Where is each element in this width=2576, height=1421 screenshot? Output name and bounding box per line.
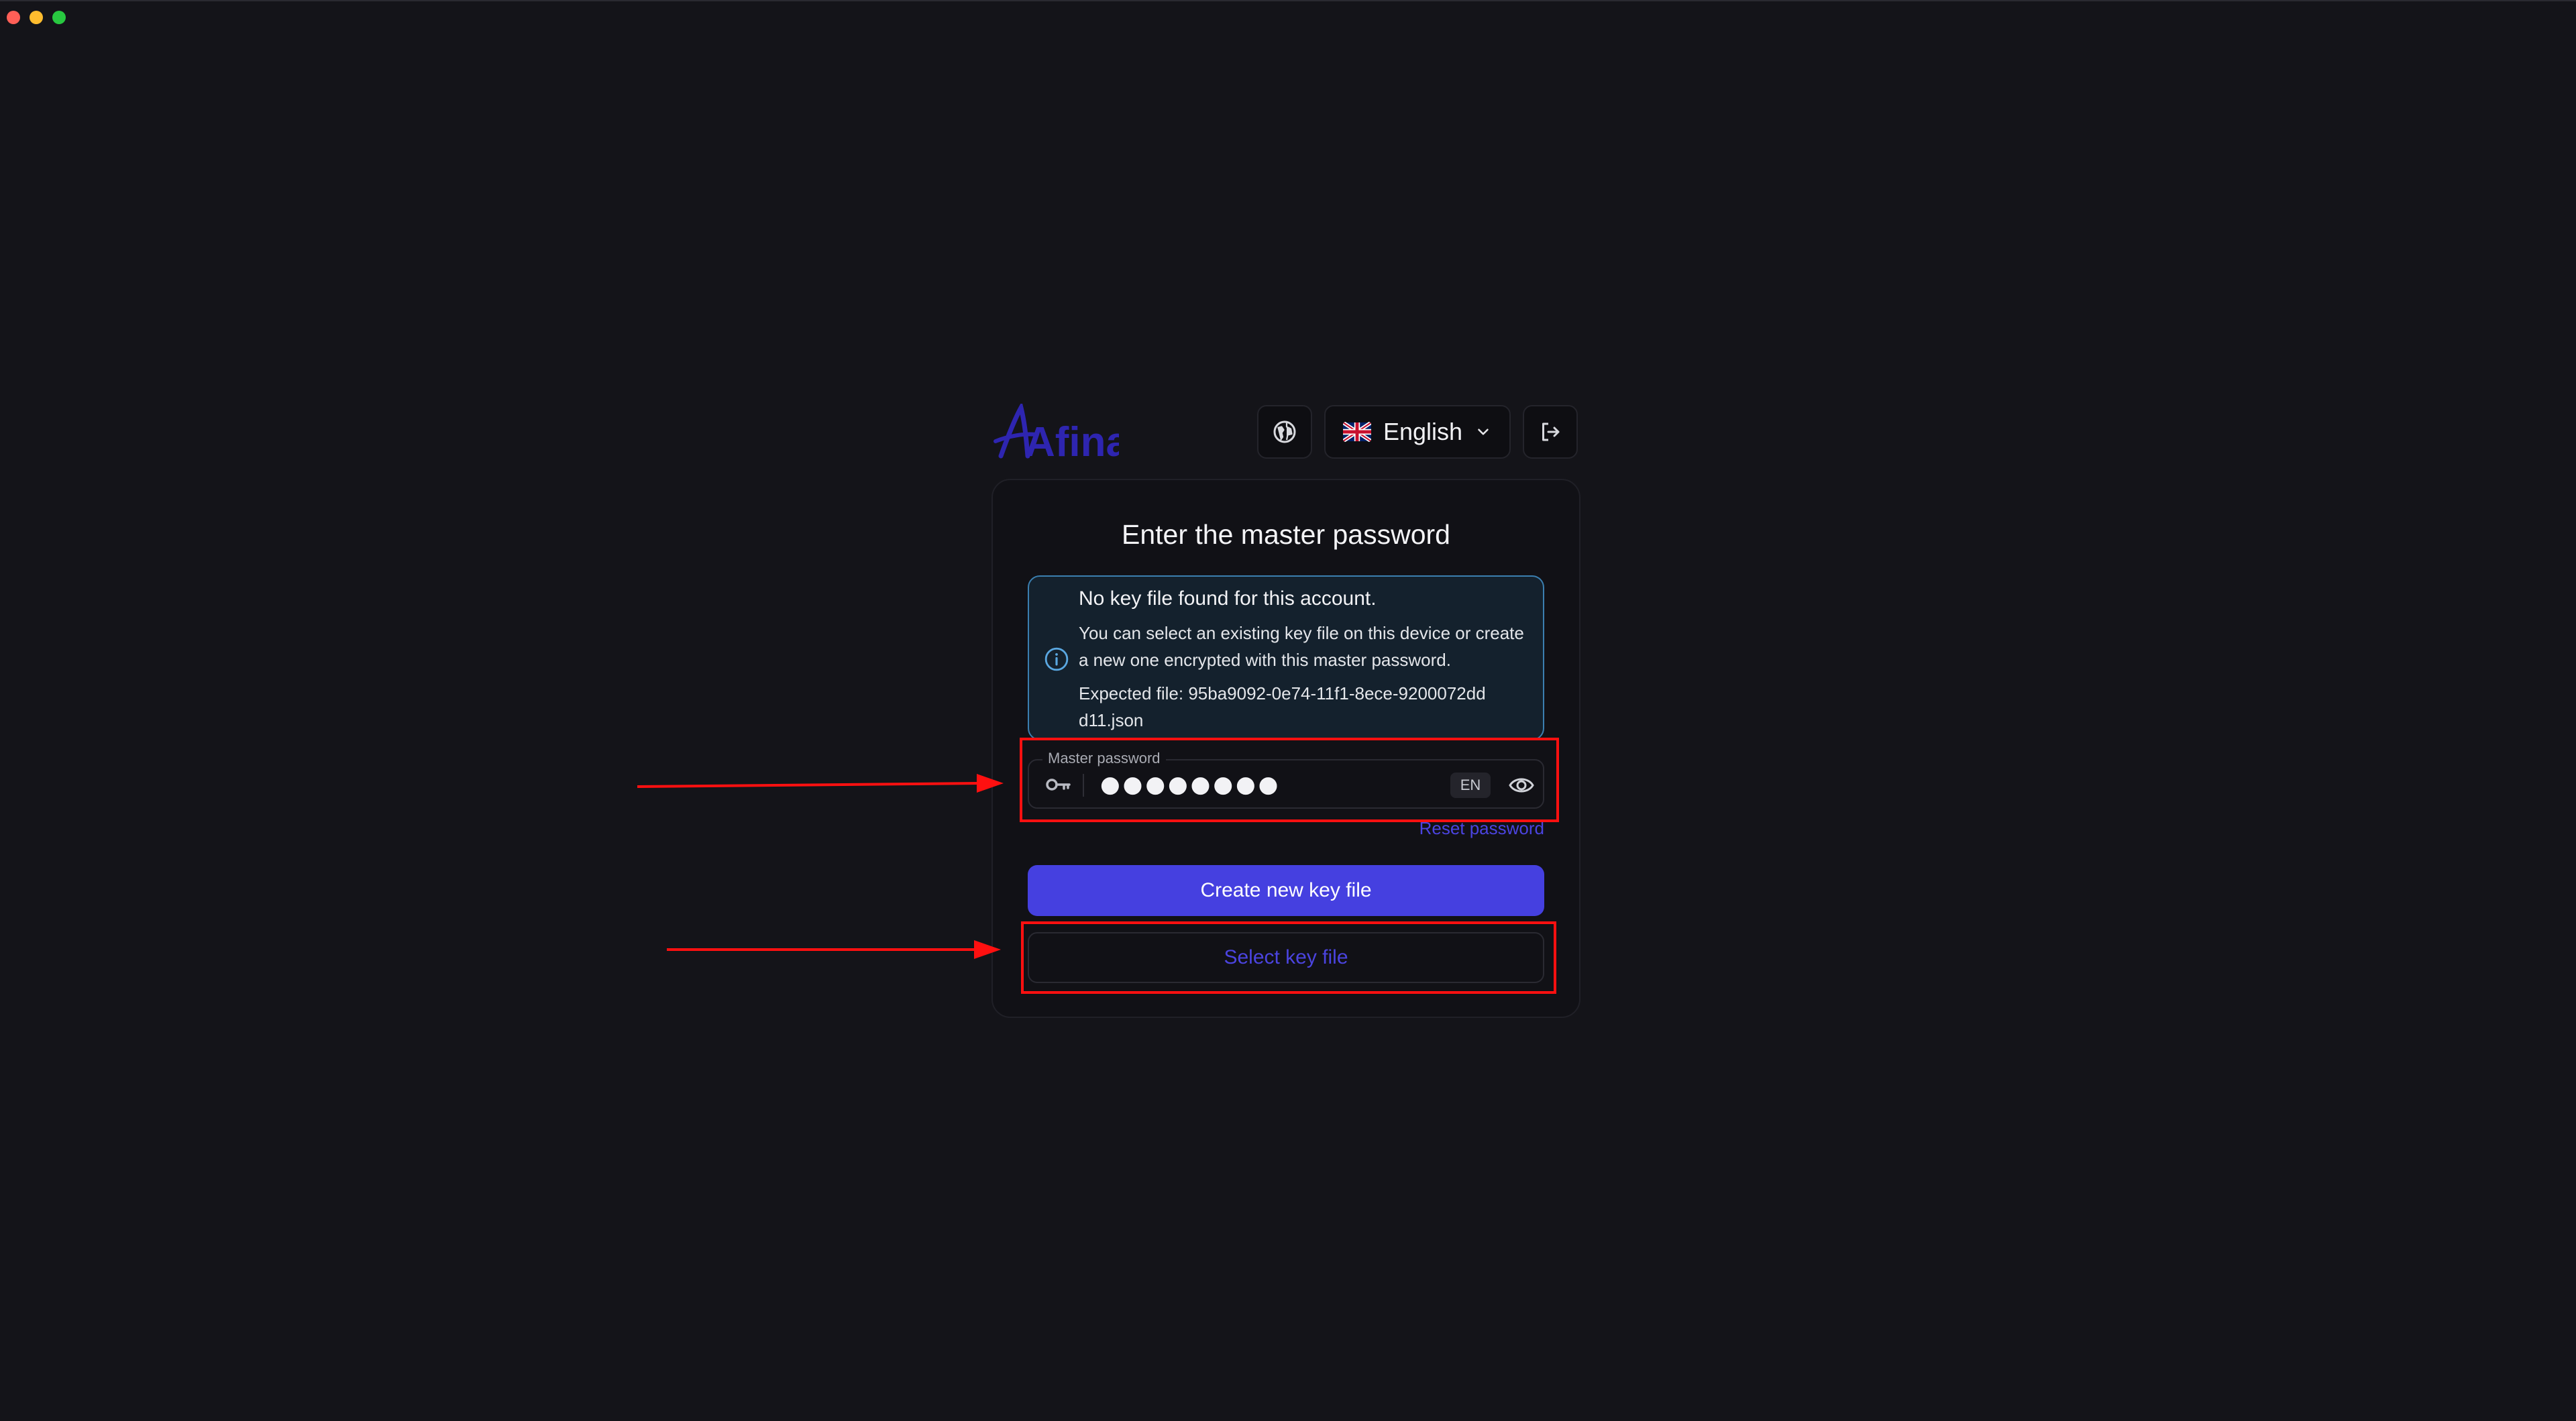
header-row: Afina English xyxy=(991,404,1580,461)
window-maximize-button[interactable] xyxy=(52,11,66,24)
info-alert: No key file found for this account. You … xyxy=(1028,575,1544,740)
password-arrow xyxy=(637,774,1004,793)
info-icon xyxy=(1044,647,1069,671)
logout-button[interactable] xyxy=(1523,405,1578,459)
uk-flag-icon xyxy=(1343,422,1371,442)
alert-body: You can select an existing key file on t… xyxy=(1079,623,1524,670)
app-window: Afina English Enter the master password … xyxy=(0,0,2576,1420)
page-title: Enter the master password xyxy=(1122,519,1450,550)
logout-icon xyxy=(1542,422,1560,441)
language-label: English xyxy=(1383,418,1463,445)
select-key-file-arrow xyxy=(667,940,1001,959)
create-key-file-button[interactable]: Create new key file xyxy=(1028,865,1544,916)
password-field-highlight xyxy=(1020,738,1559,822)
globe-button[interactable] xyxy=(1257,405,1312,459)
alert-title: No key file found for this account. xyxy=(1079,587,1377,610)
globe-icon xyxy=(1273,420,1296,443)
alert-expected-file: Expected file: 95ba9092-0e74-11f1-8ece-9… xyxy=(1079,683,1486,730)
select-key-file-highlight xyxy=(1021,921,1556,994)
window-close-button[interactable] xyxy=(7,11,20,24)
language-select[interactable]: English xyxy=(1324,405,1511,459)
afina-logo: Afina xyxy=(994,404,1119,461)
logo-text: Afina xyxy=(1025,419,1119,461)
chevron-down-icon xyxy=(1478,429,1489,435)
window-minimize-button[interactable] xyxy=(30,11,43,24)
